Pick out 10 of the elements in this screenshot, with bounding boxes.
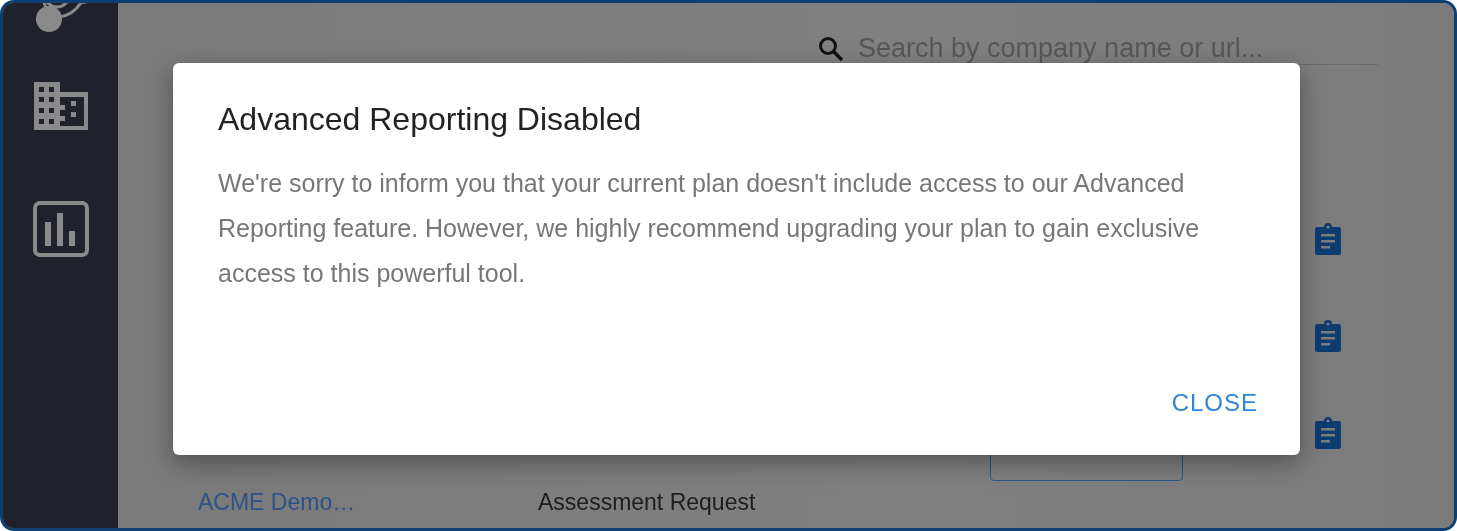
building-icon[interactable] xyxy=(32,81,89,131)
close-button[interactable]: CLOSE xyxy=(1161,383,1268,423)
clipboard-icon[interactable] xyxy=(1313,222,1343,255)
dialog-message: We're sorry to inform you that your current plan doesn't include access to our Advanced Reporting feature. However, we highly recommend upgrading your plan to gain exclusive access to this powerful tool. xyxy=(218,168,1201,289)
clipboard-icon[interactable] xyxy=(1313,319,1343,352)
dialog-title: Advanced Reporting Disabled xyxy=(218,101,643,138)
bar-chart-icon[interactable] xyxy=(32,201,89,257)
search-icon xyxy=(818,35,844,62)
request-type: Assessment Request xyxy=(538,489,757,516)
clipboard-icon[interactable] xyxy=(1313,416,1343,449)
